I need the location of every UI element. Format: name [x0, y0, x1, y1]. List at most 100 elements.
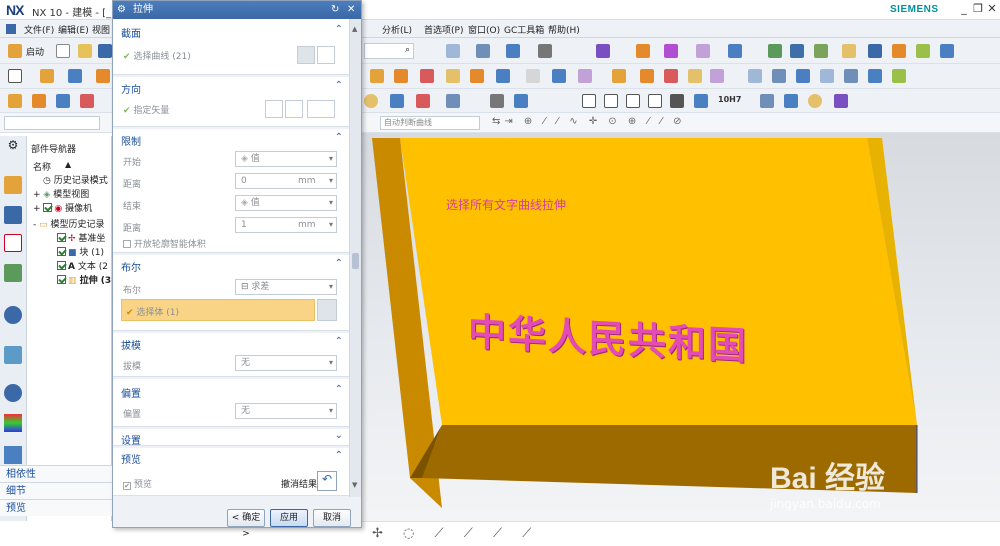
curve-icon[interactable]	[446, 94, 460, 108]
menu-file[interactable]: 文件(F)	[24, 23, 54, 36]
split-body-icon[interactable]	[640, 69, 654, 83]
preview-checkbox[interactable]: ✔ 预览	[123, 477, 152, 490]
save-icon[interactable]	[98, 44, 112, 58]
constraint-navigator-tab-icon[interactable]	[4, 234, 22, 252]
boolean-subtract-icon[interactable]	[394, 69, 408, 83]
show-hide-icon[interactable]	[596, 44, 610, 58]
cancel-button[interactable]: 取消	[313, 509, 351, 527]
menu-edit[interactable]: 编辑(E)	[58, 23, 89, 36]
component-icon[interactable]	[790, 44, 804, 58]
boolean-unite-icon[interactable]	[370, 69, 384, 83]
projection-curve-icon[interactable]	[514, 94, 528, 108]
datum-plane-icon[interactable]	[56, 94, 70, 108]
edit-surface-icon[interactable]	[892, 69, 906, 83]
select-body-row[interactable]: ✔ 选择体 (1)	[121, 299, 315, 321]
surface-icon[interactable]	[748, 69, 762, 83]
sketch-icon[interactable]	[8, 69, 22, 83]
menu-icon[interactable]	[6, 24, 16, 34]
assembly-navigator-tab-icon[interactable]	[4, 206, 22, 224]
hole-icon[interactable]	[96, 69, 110, 83]
vector-dialog-icon[interactable]	[285, 100, 303, 118]
vector-label[interactable]: ✔ 指定矢量	[123, 103, 169, 116]
close-window-button[interactable]: ✕	[984, 2, 1000, 16]
scroll-up-icon[interactable]: ▲	[352, 25, 357, 33]
accordion-details[interactable]: 细节	[0, 482, 112, 499]
tree-item-cameras[interactable]: + ◉ 摄像机	[33, 202, 92, 216]
close-icon[interactable]: ✕	[347, 1, 355, 19]
table-icon[interactable]	[626, 94, 640, 108]
part-navigator-tab-icon[interactable]	[4, 176, 22, 194]
history-tab-icon[interactable]	[4, 384, 22, 402]
feature-icon[interactable]	[8, 94, 22, 108]
distance2-input[interactable]: 1 mm ▾	[235, 217, 337, 233]
web-browser-tab-icon[interactable]	[4, 346, 22, 364]
reuse-library-tab-icon[interactable]	[4, 264, 22, 282]
draft-icon[interactable]	[526, 69, 540, 83]
collapse-icon[interactable]: ⌃	[335, 450, 343, 461]
view-icon[interactable]	[670, 94, 684, 108]
accordion-preview[interactable]: 预览	[0, 499, 112, 516]
offset-select[interactable]: 无 ▾	[235, 403, 337, 419]
apply-button[interactable]: 应用	[270, 509, 308, 527]
open-profile-checkbox[interactable]: 开放轮廓智能体积	[123, 237, 206, 250]
rectangle-icon[interactable]	[604, 94, 618, 108]
section-draft-title[interactable]: 拔模	[121, 337, 141, 352]
measure-icon[interactable]	[696, 44, 710, 58]
bounded-plane-icon[interactable]	[820, 69, 834, 83]
ok-button[interactable]: < 确定 >	[227, 509, 265, 539]
collapse-icon[interactable]: ⌃	[335, 258, 343, 269]
tape-icon[interactable]	[808, 94, 822, 108]
section-boolean-title[interactable]: 布尔	[121, 259, 141, 274]
menu-help[interactable]: 帮助(H)	[548, 23, 580, 36]
thicken-icon[interactable]	[710, 69, 724, 83]
section-settings-title[interactable]: 设置	[121, 432, 141, 447]
background-icon[interactable]	[538, 44, 552, 58]
orient-view-icon[interactable]	[506, 44, 520, 58]
search-field[interactable]: ⌕	[364, 43, 414, 59]
wcs-icon[interactable]	[636, 44, 650, 58]
point-icon[interactable]	[390, 94, 404, 108]
open-folder-icon[interactable]	[78, 44, 92, 58]
fit-view-icon[interactable]	[446, 44, 460, 58]
datum-csys-icon[interactable]	[416, 94, 430, 108]
tree-item-history-mode[interactable]: ◷ 历史记录模式	[43, 174, 108, 188]
shell-icon[interactable]	[496, 69, 510, 83]
message-icon[interactable]	[842, 44, 856, 58]
tree-item-extrude[interactable]: ▥ 拉伸 (3	[57, 274, 111, 288]
assembly-icon[interactable]	[768, 44, 782, 58]
collapse-icon[interactable]: ⌃	[335, 336, 343, 347]
constraint-icon[interactable]	[814, 44, 828, 58]
collapse-icon[interactable]: ⌃	[335, 132, 343, 143]
start-label[interactable]: 启动	[26, 45, 44, 58]
array-icon[interactable]	[916, 44, 930, 58]
hole-table-label[interactable]: 10H7	[718, 95, 741, 104]
trim-body-icon[interactable]	[612, 69, 626, 83]
distance1-input[interactable]: 0 mm ▾	[235, 173, 337, 189]
new-file-icon[interactable]	[56, 44, 70, 58]
start-select[interactable]: ◈ 值 ▾	[235, 151, 337, 167]
boolean-intersect-icon[interactable]	[420, 69, 434, 83]
triangle-icon[interactable]	[582, 94, 596, 108]
menu-window[interactable]: 窗口(O)	[468, 23, 500, 36]
drafting-icon[interactable]	[648, 94, 662, 108]
scale-body-icon[interactable]	[688, 69, 702, 83]
accordion-dependencies[interactable]: 相依性	[0, 465, 112, 482]
sphere-icon[interactable]	[364, 94, 378, 108]
menu-view[interactable]: 视图	[92, 23, 110, 36]
section-limits-title[interactable]: 限制	[121, 133, 141, 148]
through-curves-icon[interactable]	[772, 69, 786, 83]
collapse-icon[interactable]: ⌃	[335, 24, 343, 35]
menu-preferences[interactable]: 首选项(P)	[424, 23, 463, 36]
scroll-down-icon[interactable]: ▼	[352, 481, 357, 489]
menu-gc-toolbox[interactable]: GC工具箱	[504, 23, 544, 36]
tree-item-text[interactable]: A 文本 (2	[57, 260, 108, 274]
checkbox-icon[interactable]	[43, 203, 53, 212]
select-curve-label[interactable]: ✔ 选择曲线 (21)	[123, 49, 191, 62]
section-curve-title[interactable]: 截面	[121, 25, 141, 40]
menu-analysis[interactable]: 分析(L)	[382, 23, 412, 36]
snap-icon[interactable]	[728, 44, 742, 58]
tree-item-model-views[interactable]: + ◈ 模型视图	[33, 188, 89, 202]
hd3d-tools-tab-icon[interactable]	[4, 306, 22, 324]
snap-point-icons[interactable]: ⇆⇥ ⊕ ⁄ ⁄ ∿ ✛ ⊙ ⊕ ⁄ ⁄ ⊘	[492, 116, 686, 127]
mirror-icon[interactable]	[552, 69, 566, 83]
